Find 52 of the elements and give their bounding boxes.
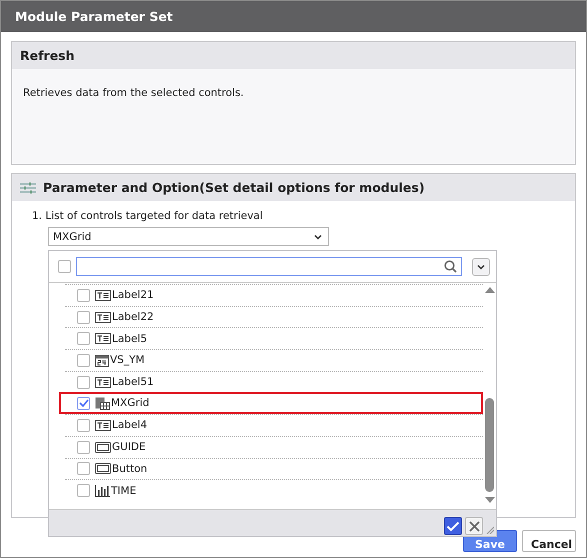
list-item[interactable]: Label4	[65, 414, 483, 436]
item-checkbox[interactable]	[77, 484, 90, 498]
resize-grip-icon[interactable]	[486, 526, 494, 534]
check-icon	[446, 520, 460, 532]
item-checkbox[interactable]	[77, 440, 90, 454]
cancel-button[interactable]: Cancel	[522, 530, 576, 552]
list-item[interactable]: VS_YM	[65, 349, 483, 371]
item-checkbox[interactable]	[77, 418, 90, 432]
list-item[interactable]: MXGrid	[59, 392, 483, 414]
list-item[interactable]: Label22	[65, 306, 483, 328]
list-item[interactable]: TIME	[65, 479, 483, 501]
list-item[interactable]: Label21	[65, 284, 483, 306]
sliders-icon	[20, 182, 36, 194]
item-checkbox[interactable]	[77, 288, 90, 302]
select-all-checkbox[interactable]	[58, 260, 71, 273]
scroll-up-icon[interactable]	[484, 287, 494, 293]
text-label-icon	[95, 376, 111, 388]
search-field[interactable]	[76, 257, 462, 276]
calendar-icon	[95, 354, 109, 367]
confirm-button[interactable]	[444, 517, 462, 535]
panel-description: Retrieves data from the selected controls.	[23, 87, 244, 99]
expand-button[interactable]	[472, 258, 490, 276]
list-item[interactable]: GUIDE	[65, 436, 483, 458]
item-checkbox[interactable]	[77, 310, 90, 324]
item-checkbox[interactable]	[77, 354, 90, 367]
item-checkbox[interactable]	[77, 376, 90, 389]
list-item[interactable]: Label5	[65, 327, 483, 350]
option-label: 1. List of controls targeted for data retrieval	[32, 210, 263, 222]
close-button[interactable]	[465, 517, 483, 535]
panel-title: Refresh	[20, 48, 75, 63]
chevron-down-icon	[477, 264, 485, 270]
text-label-icon	[95, 312, 111, 323]
text-label-icon	[95, 333, 111, 344]
scroll-thumb[interactable]	[485, 398, 494, 492]
grid-icon	[95, 396, 110, 410]
text-label-icon	[95, 290, 111, 301]
list-item[interactable]: Label51	[65, 370, 483, 392]
item-checkbox[interactable]	[77, 396, 90, 410]
scroll-down-icon[interactable]	[484, 497, 494, 503]
bar-chart-icon	[95, 484, 110, 497]
item-checkbox[interactable]	[77, 332, 90, 346]
item-checkbox[interactable]	[77, 462, 90, 476]
button-control-icon	[95, 442, 111, 453]
search-icon	[444, 260, 457, 273]
window-title: Module Parameter Set	[15, 9, 173, 24]
chevron-down-icon	[314, 234, 322, 240]
text-label-icon	[95, 420, 111, 431]
list-item[interactable]: Button	[65, 458, 483, 480]
button-control-icon	[95, 463, 111, 474]
controls-select[interactable]: MXGrid	[48, 227, 329, 246]
panel-title: Parameter and Option(Set detail options for modules)	[43, 180, 425, 195]
close-icon	[468, 520, 480, 532]
